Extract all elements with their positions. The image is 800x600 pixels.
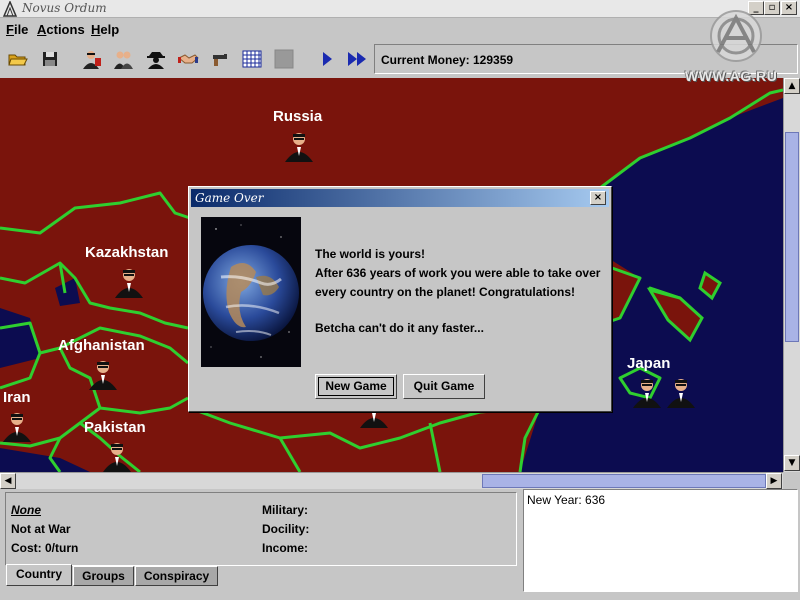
country-label-kazakhstan: Kazakhstan (85, 244, 169, 261)
country-label-iran: Iran (3, 389, 31, 406)
disabled-icon[interactable] (273, 48, 295, 70)
open-folder-icon[interactable] (7, 48, 29, 70)
current-money-label: Current Money: 129359 (381, 53, 514, 67)
menu-help[interactable]: Help (91, 22, 119, 37)
agent-group-icon[interactable] (112, 48, 134, 70)
tab-country[interactable]: Country (6, 564, 72, 586)
agent-marker-kazakhstan[interactable] (112, 266, 146, 298)
country-info-panel: None Not at War Cost: 0/turn Military: D… (5, 492, 517, 566)
grid-icon[interactable] (241, 48, 263, 70)
dialog-close-button[interactable]: × (590, 191, 606, 205)
tab-groups[interactable]: Groups (73, 566, 134, 586)
game-over-dialog: Game Over × The world is yours! After 63… (188, 186, 612, 412)
dialog-message-line-2: After 636 years of work you were able to… (315, 266, 601, 280)
fast-forward-icon[interactable] (346, 48, 368, 70)
agent-marker-pakistan[interactable] (100, 440, 134, 472)
agent-marker-japan[interactable] (630, 376, 664, 408)
agent-marker-afghanistan[interactable] (86, 358, 120, 390)
maximize-button[interactable]: ▫ (764, 1, 780, 15)
agent-marker-japan-2[interactable] (664, 376, 698, 408)
cost-label: Cost: 0/turn (11, 541, 79, 555)
country-label-pakistan: Pakistan (84, 419, 146, 436)
dialog-title: Game Over (195, 191, 264, 205)
selected-country-name: None (11, 503, 41, 517)
earth-image (201, 217, 301, 367)
title-bar: Novus Ordum _ ▫ × (0, 0, 800, 18)
vertical-scrollbar[interactable]: ▲ ▼ (783, 78, 800, 472)
app-icon (2, 1, 18, 17)
ag-logo-icon (710, 10, 762, 62)
window-title: Novus Ordum (22, 1, 107, 15)
dialog-title-bar: Game Over × (191, 189, 609, 207)
country-label-japan: Japan (627, 355, 671, 372)
handshake-icon[interactable] (177, 48, 199, 70)
event-log-panel[interactable]: New Year: 636 (523, 489, 798, 592)
scroll-up-button[interactable]: ▲ (784, 78, 800, 94)
menu-bar: File Actions Help (0, 19, 800, 41)
agent-marker-russia[interactable] (282, 130, 316, 162)
vertical-scroll-thumb[interactable] (785, 132, 799, 342)
horizontal-scrollbar[interactable]: ◀ ▶ (0, 472, 783, 489)
event-log-text: New Year: 636 (527, 493, 606, 507)
menu-actions[interactable]: Actions (37, 22, 85, 37)
income-label: Income: (262, 541, 309, 555)
tab-conspiracy[interactable]: Conspiracy (135, 566, 218, 586)
military-label: Military: (262, 503, 309, 517)
scroll-left-button[interactable]: ◀ (0, 473, 16, 489)
new-game-button[interactable]: New Game (315, 374, 397, 399)
country-label-russia: Russia (273, 108, 323, 125)
dialog-message-line-3: every country on the planet! Congratulat… (315, 285, 576, 299)
agent-marker-iran[interactable] (0, 410, 34, 442)
horizontal-scroll-thumb[interactable] (482, 474, 766, 488)
menu-file[interactable]: File (6, 22, 28, 37)
scroll-down-button[interactable]: ▼ (784, 455, 800, 471)
quit-game-button[interactable]: Quit Game (403, 374, 485, 399)
close-window-button[interactable]: × (781, 1, 797, 15)
play-icon[interactable] (316, 48, 338, 70)
dialog-message-line-4: Betcha can't do it any faster... (315, 321, 484, 335)
scroll-corner (783, 472, 800, 489)
agent-red-icon[interactable] (80, 48, 102, 70)
scroll-right-button[interactable]: ▶ (766, 473, 782, 489)
watermark-url: WWW.AG.RU (685, 68, 778, 84)
spy-icon[interactable] (145, 48, 167, 70)
toolbar: Current Money: 129359 (0, 42, 800, 76)
gun-icon[interactable] (209, 48, 231, 70)
war-status: Not at War (11, 522, 71, 536)
save-disk-icon[interactable] (39, 48, 61, 70)
docility-label: Docility: (262, 522, 310, 536)
dialog-message-line-1: The world is yours! (315, 247, 426, 261)
country-label-afghanistan: Afghanistan (58, 337, 145, 354)
